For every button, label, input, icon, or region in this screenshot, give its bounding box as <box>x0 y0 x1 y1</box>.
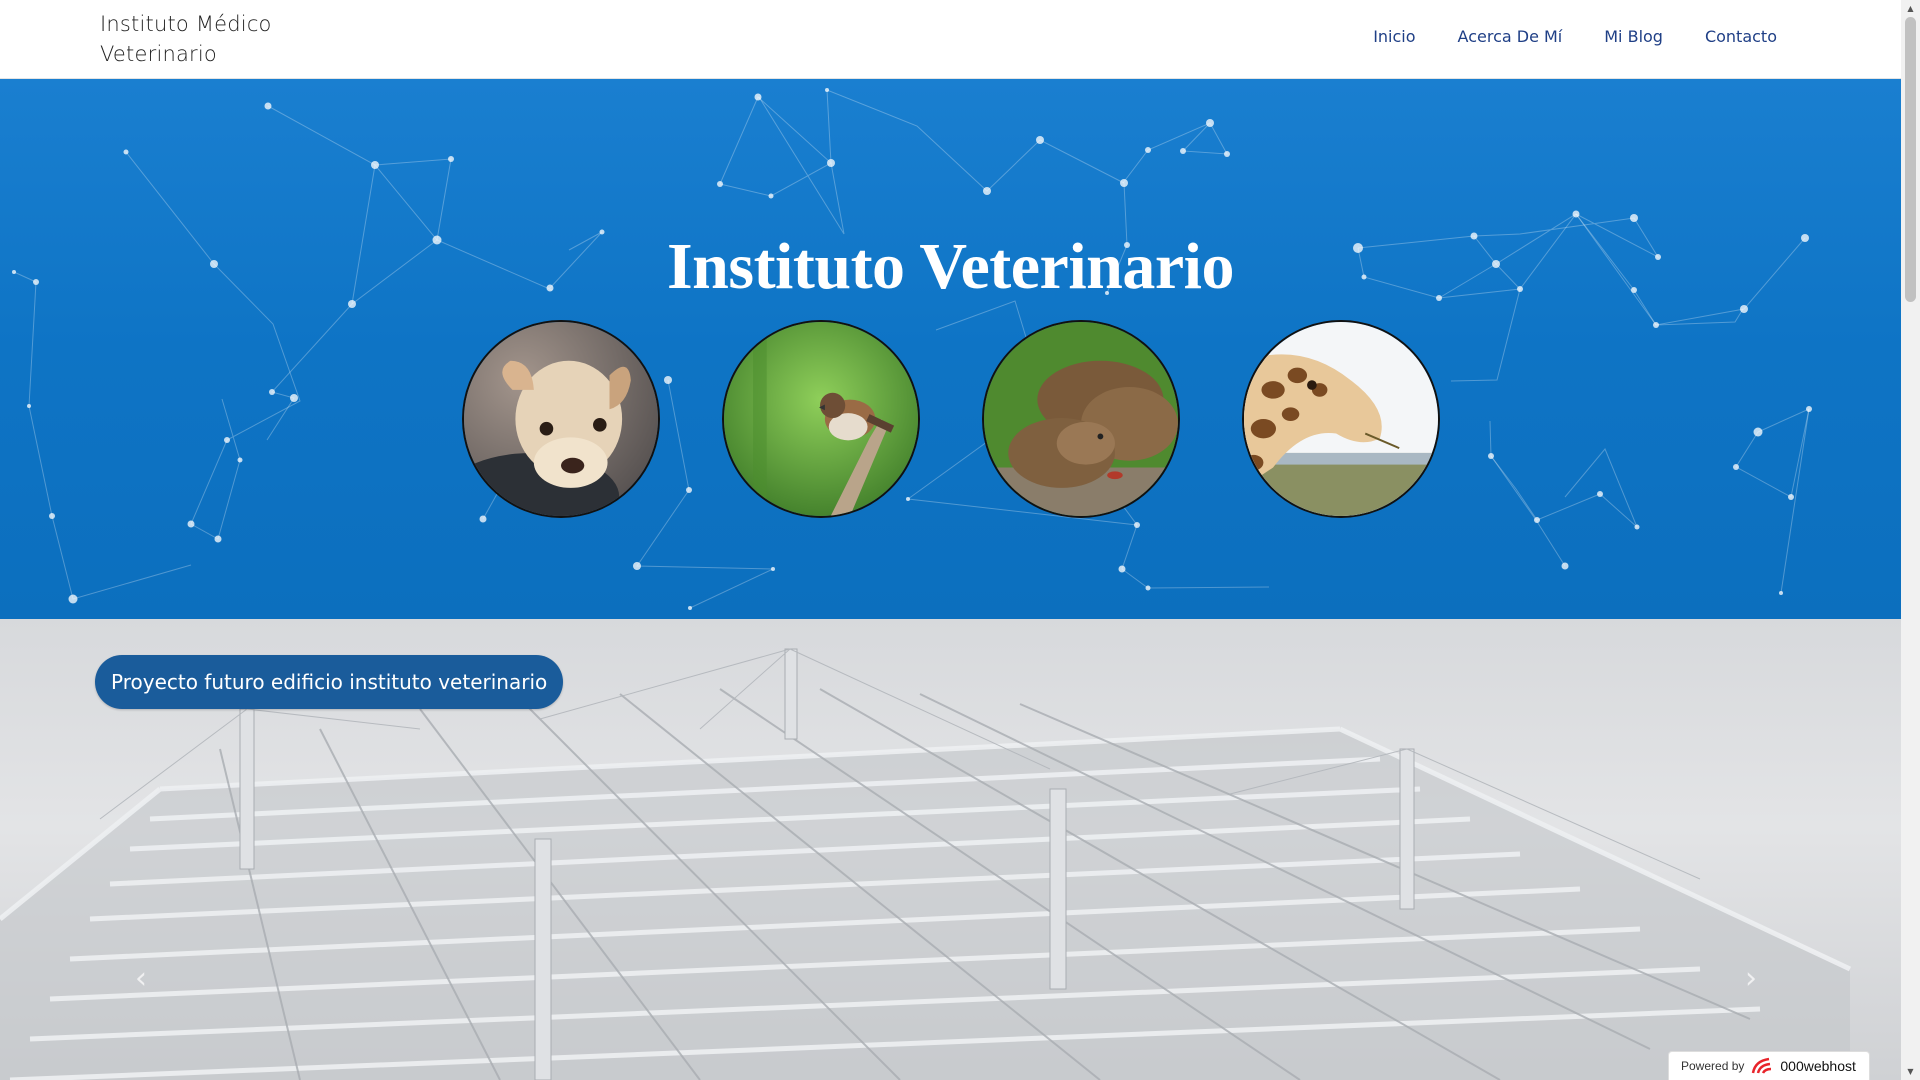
webhost-logo-icon <box>1752 1057 1772 1074</box>
scroll-up-icon[interactable]: ▲ <box>1901 0 1920 17</box>
dog-image <box>462 320 660 518</box>
top-navbar: Instituto Médico Veterinario Inicio Acer… <box>0 0 1901 79</box>
carousel-prev-button[interactable]: ‹ <box>135 961 147 996</box>
badge-powered-label: Powered by <box>1681 1059 1745 1073</box>
giraffe-image <box>1242 320 1440 518</box>
carousel-next-button[interactable]: › <box>1745 961 1757 996</box>
page: Instituto Médico Veterinario Inicio Acer… <box>0 0 1901 1080</box>
page-scrollbar[interactable]: ▲ ▼ <box>1901 0 1920 1080</box>
brand-line-1: Instituto Médico <box>100 12 272 36</box>
project-caption: Proyecto futuro edificio instituto veter… <box>95 655 564 709</box>
site-brand[interactable]: Instituto Médico Veterinario <box>100 9 320 69</box>
nav-link-blog[interactable]: Mi Blog <box>1604 27 1663 46</box>
scrollbar-thumb[interactable] <box>1905 17 1916 302</box>
hero-title: Instituto Veterinario <box>667 230 1235 303</box>
hero-banner: Instituto Veterinario <box>0 79 1901 619</box>
nav-link-inicio[interactable]: Inicio <box>1373 27 1415 46</box>
badge-host-name: 000webhost <box>1780 1058 1856 1074</box>
nav-link-acerca[interactable]: Acerca De Mí <box>1458 27 1563 46</box>
scroll-down-icon[interactable]: ▼ <box>1901 1063 1920 1080</box>
main-nav: Inicio Acerca De Mí Mi Blog Contacto <box>1373 27 1777 46</box>
hosting-badge[interactable]: Powered by 000webhost <box>1668 1051 1870 1080</box>
nav-link-contacto[interactable]: Contacto <box>1705 27 1777 46</box>
sparrow-image <box>722 320 920 518</box>
project-carousel: Proyecto futuro edificio instituto veter… <box>0 619 1901 1080</box>
animal-gallery <box>462 320 1442 520</box>
brand-line-2: Veterinario <box>100 42 217 66</box>
capybara-image <box>982 320 1180 518</box>
